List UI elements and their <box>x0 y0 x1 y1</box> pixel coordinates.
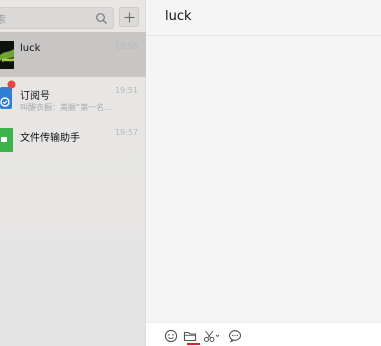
chat-name: 文件传输助手 <box>20 133 80 144</box>
search-input[interactable]: 索 <box>0 7 114 29</box>
chat-bubble-icon[interactable] <box>228 329 242 343</box>
chat-time: 19:57 <box>114 128 138 137</box>
search-row: 索 <box>0 7 146 29</box>
search-placeholder: 索 <box>0 11 6 26</box>
search-icon[interactable] <box>95 12 108 25</box>
conversation-title: luck <box>165 9 192 24</box>
avatar-file-transfer <box>0 126 14 154</box>
wechat-window: 索 luck <box>0 0 381 346</box>
chat-preview: 叫醒衣橱：美腿“第一名... <box>20 103 112 112</box>
plus-icon <box>124 12 134 22</box>
chat-time: 19:58 <box>114 42 138 51</box>
unread-dot-icon <box>7 80 16 89</box>
scissors-icon[interactable] <box>203 329 220 343</box>
folder-tool-indicator <box>187 343 200 345</box>
chat-item-subscriptions[interactable]: 订阅号 19:51 叫醒衣橱：美腿“第一名... <box>0 77 146 122</box>
input-toolbar <box>146 322 381 346</box>
chat-name: luck <box>20 43 41 54</box>
conversation-header: luck <box>146 0 381 36</box>
chat-time: 19:51 <box>114 86 138 95</box>
chat-item-luck[interactable]: luck 19:58 <box>0 32 146 77</box>
emoji-icon[interactable] <box>164 329 178 343</box>
chat-name: 订阅号 <box>20 91 50 102</box>
folder-icon[interactable] <box>183 329 197 343</box>
add-chat-button[interactable] <box>119 7 139 27</box>
conversation-panel: luck <box>146 0 381 346</box>
chat-list-panel: 索 luck <box>0 0 146 346</box>
avatar-luck <box>0 41 14 69</box>
chat-item-file-transfer[interactable]: 文件传输助手 19:57 <box>0 118 146 163</box>
message-area[interactable] <box>146 37 381 322</box>
